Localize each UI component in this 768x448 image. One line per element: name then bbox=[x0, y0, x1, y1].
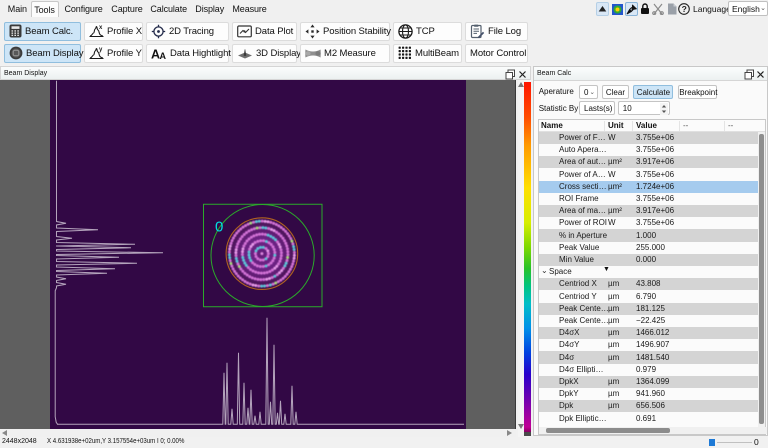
svg-text:0: 0 bbox=[215, 218, 223, 235]
svg-text:x: x bbox=[99, 25, 103, 31]
svg-text:?: ? bbox=[682, 4, 687, 14]
svg-text:y: y bbox=[99, 47, 103, 53]
svg-text:A: A bbox=[160, 50, 167, 59]
